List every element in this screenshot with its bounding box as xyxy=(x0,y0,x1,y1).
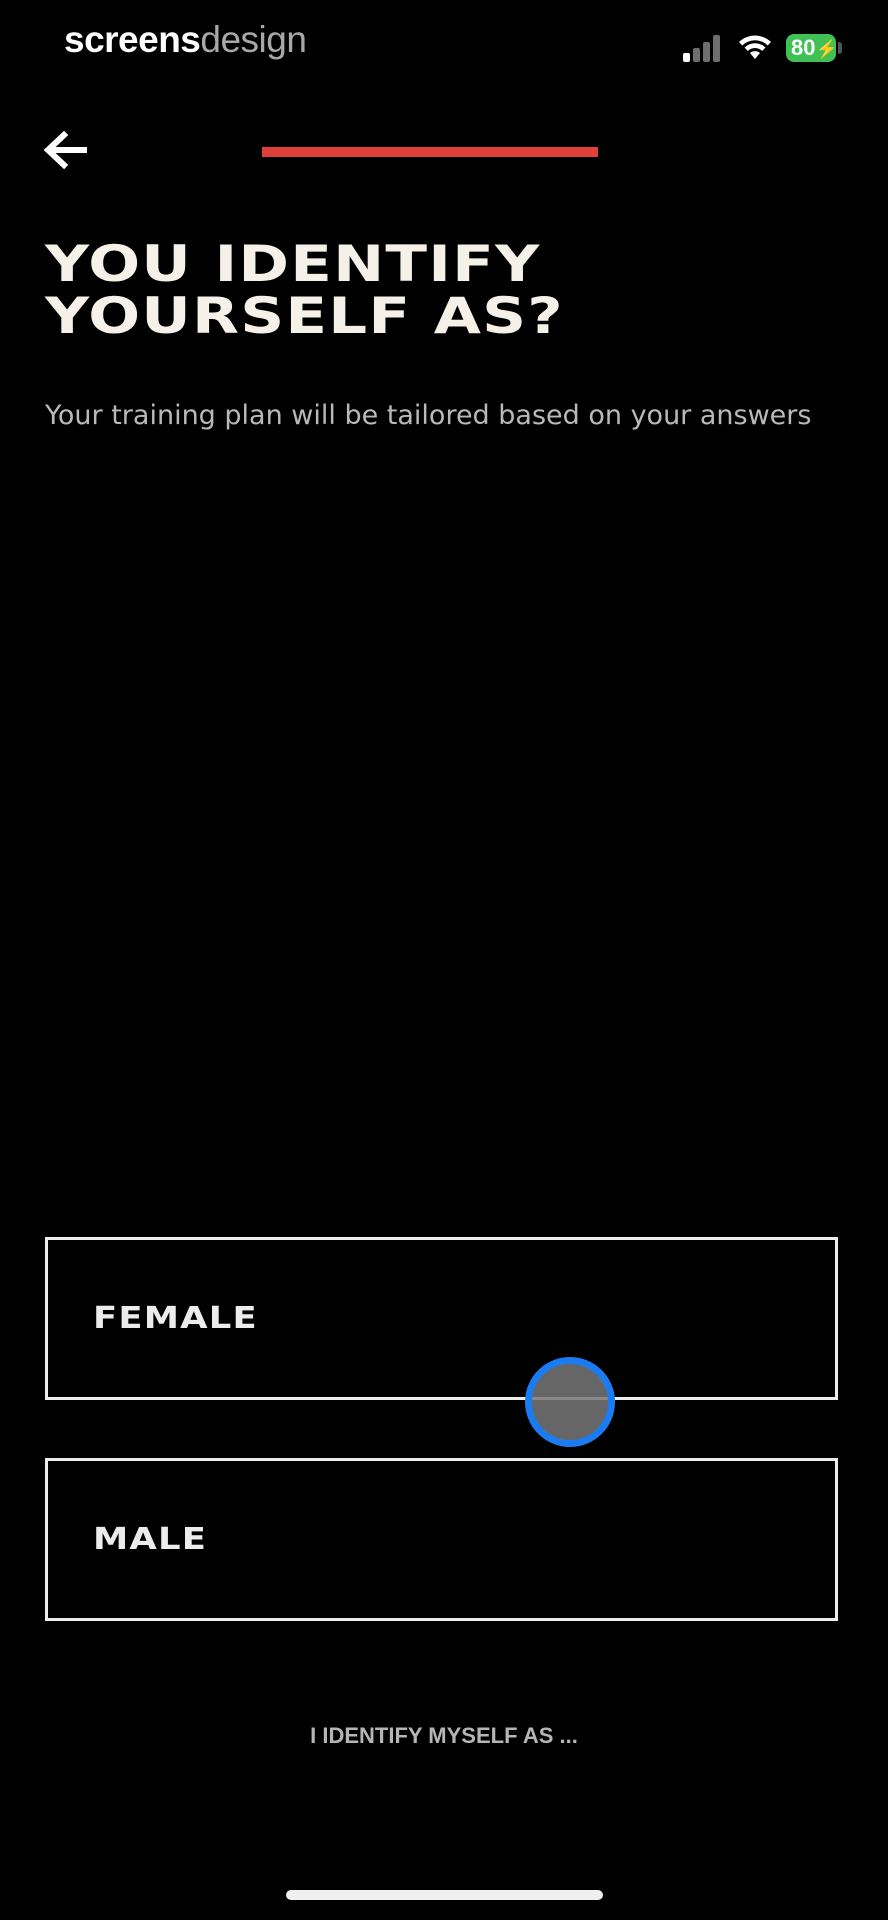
signal-icon xyxy=(683,34,723,62)
battery-icon: 80⚡ xyxy=(786,34,838,62)
wifi-icon xyxy=(739,35,771,59)
option-female-button[interactable]: FEMALE xyxy=(45,1237,838,1400)
battery-level: 80 xyxy=(791,35,816,60)
back-arrow-icon[interactable] xyxy=(40,128,90,172)
page-title-line-1: YOU IDENTIFY xyxy=(45,235,541,293)
option-female-label: FEMALE xyxy=(93,1300,258,1336)
page-title: YOU IDENTIFY YOURSELF AS? xyxy=(45,238,888,342)
home-indicator[interactable] xyxy=(286,1890,603,1900)
progress-bar-fill xyxy=(262,147,598,157)
option-male-label: MALE xyxy=(93,1521,208,1557)
status-bar: screensdesign 80⚡ xyxy=(0,0,888,90)
page-title-line-2: YOURSELF AS? xyxy=(45,287,564,345)
page-subtitle: Your training plan will be tailored base… xyxy=(45,400,812,431)
option-male-button[interactable]: MALE xyxy=(45,1458,838,1621)
brand-part-1: screens xyxy=(64,19,201,60)
brand-watermark: screensdesign xyxy=(64,16,307,64)
battery-tip xyxy=(838,42,842,54)
progress-bar xyxy=(262,147,598,157)
custom-identity-link[interactable]: I IDENTIFY MYSELF AS ... xyxy=(0,1720,888,1752)
brand-part-2: design xyxy=(200,19,307,60)
